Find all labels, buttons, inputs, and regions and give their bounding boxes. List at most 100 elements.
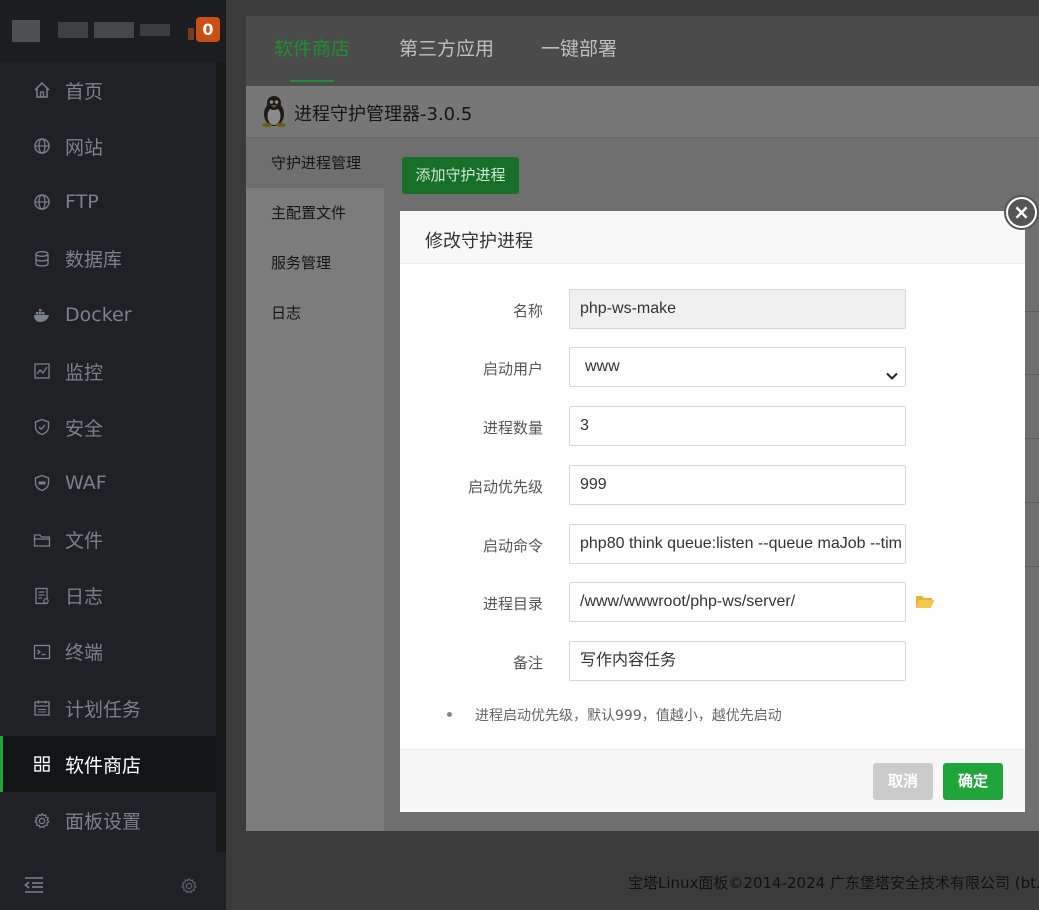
user-label: 启动用户: [482, 360, 543, 378]
brand-area: 0: [0, 0, 226, 62]
folder-icon: [33, 531, 51, 549]
command-field[interactable]: php80 think queue:listen --queue maJob -…: [569, 524, 906, 564]
blurred-hostname: [58, 22, 88, 38]
calendar-icon: [33, 699, 51, 717]
sidebar-item-ftp[interactable]: FTP: [0, 174, 216, 230]
table-row-divider: [1025, 374, 1039, 375]
sidebar-item-label: 文件: [65, 530, 104, 553]
confirm-button[interactable]: 确定: [943, 763, 1003, 800]
sidebar-item-label: 面板设置: [65, 811, 142, 834]
blurred-hostname: [188, 28, 194, 40]
table-row-divider: [1025, 438, 1039, 439]
priority-field[interactable]: 999: [569, 465, 906, 505]
note-label: 备注: [512, 654, 543, 672]
sidebar-item-home[interactable]: 首页: [0, 62, 216, 118]
priority-tip-text: 进程启动优先级，默认999，值越小，越优先启动: [475, 708, 782, 724]
gear-icon: [33, 812, 51, 830]
process-count-field[interactable]: 3: [569, 406, 906, 446]
directory-field[interactable]: /www/wwwroot/php-ws/server/: [569, 582, 906, 622]
sidebar-bottom-bar: [0, 852, 226, 910]
sidebar-item-waf[interactable]: WAF: [0, 455, 216, 511]
close-icon: ×: [1008, 199, 1035, 226]
name-label: 名称: [512, 302, 543, 320]
tab-app-store[interactable]: 软件商店: [274, 16, 350, 82]
globe-icon: [33, 193, 51, 211]
waf-shield-icon: [33, 474, 51, 492]
monitor-icon: [33, 362, 51, 380]
supervisor-menu: 守护进程管理 主配置文件 服务管理 日志: [246, 138, 384, 831]
penguin-icon: [260, 95, 288, 131]
sidebar-item-label: 日志: [65, 586, 104, 609]
sidebar-item-label: 计划任务: [65, 698, 142, 721]
name-field[interactable]: php-ws-make: [569, 289, 906, 329]
count-label: 进程数量: [482, 419, 543, 437]
sidebar-item-label: 安全: [65, 417, 104, 440]
sidebar-item-logs[interactable]: 日志: [0, 568, 216, 624]
sidebar-item-monitor[interactable]: 监控: [0, 343, 216, 399]
table-row-divider: [1025, 502, 1039, 503]
modal-title: 修改守护进程: [425, 231, 533, 252]
note-field[interactable]: 写作内容任务: [569, 641, 906, 681]
sidebar-item-label: Docker: [65, 303, 132, 326]
bullet-icon: [447, 712, 452, 717]
sidebar-item-label: 首页: [65, 80, 104, 103]
add-process-button[interactable]: 添加守护进程: [402, 157, 519, 194]
supervisor-dialog-header: 进程守护管理器-3.0.5: [246, 86, 1039, 138]
sidebar-item-security[interactable]: 安全: [0, 399, 216, 455]
modal-footer: 取消 确定: [400, 749, 1025, 812]
sidebar-item-label: 终端: [65, 642, 104, 665]
sidebar-item-label: 软件商店: [65, 754, 142, 777]
priority-label: 启动优先级: [467, 478, 543, 496]
user-select[interactable]: www: [569, 347, 906, 387]
modal-header: 修改守护进程: [400, 211, 1025, 264]
close-modal-button[interactable]: ×: [1004, 195, 1039, 230]
database-icon: [33, 250, 51, 268]
sidebar-item-terminal[interactable]: 终端: [0, 624, 216, 680]
cancel-button[interactable]: 取消: [873, 763, 933, 800]
terminal-icon: [33, 643, 51, 661]
dir-label: 进程目录: [482, 595, 543, 613]
priority-tip: 进程启动优先级，默认999，值越小，越优先启动: [447, 705, 782, 725]
command-label: 启动命令: [482, 537, 543, 555]
sidebar-scrollbar[interactable]: [216, 62, 226, 852]
sidebar-item-website[interactable]: 网站: [0, 118, 216, 174]
sidebar-item-docker[interactable]: Docker: [0, 287, 216, 343]
chevron-down-icon: [885, 360, 899, 386]
notification-badge[interactable]: 0: [196, 17, 220, 42]
sidebar-item-cron[interactable]: 计划任务: [0, 680, 216, 736]
sidebar-item-app-store[interactable]: 软件商店: [0, 736, 216, 793]
sidebar-item-settings[interactable]: 面板设置: [0, 792, 216, 848]
sidebar-item-files[interactable]: 文件: [0, 512, 216, 568]
globe-icon: [33, 137, 51, 155]
edit-process-modal: 修改守护进程 名称 php-ws-make 启动用户 www 进程数量 3 启动…: [400, 211, 1025, 812]
supervisor-dialog-title: 进程守护管理器-3.0.5: [294, 104, 473, 125]
user-select-value: www: [585, 358, 620, 375]
grid-icon: [33, 755, 51, 773]
gear-icon[interactable]: [180, 877, 198, 899]
folder-open-icon[interactable]: [915, 594, 935, 614]
footer-copyright: 宝塔Linux面板©2014-2024 广东堡塔安全技术有限公司 (bt.c: [628, 874, 1039, 892]
home-icon: [33, 81, 51, 99]
table-row-divider: [1025, 566, 1039, 567]
menu-item-main-config[interactable]: 主配置文件: [246, 188, 384, 238]
collapse-menu-icon[interactable]: [24, 876, 44, 898]
sidebar-item-label: 数据库: [65, 249, 123, 272]
menu-item-service-manage[interactable]: 服务管理: [246, 238, 384, 288]
blurred-hostname: [140, 24, 170, 36]
menu-item-process-manage[interactable]: 守护进程管理: [246, 138, 384, 188]
menu-item-logs[interactable]: 日志: [246, 288, 384, 338]
sidebar-item-label: 网站: [65, 136, 104, 159]
sidebar-item-label: 监控: [65, 361, 104, 384]
sidebar-nav: 首页 网站 FTP 数据库 Docker 监控 安全 WAF 文件 日志 终端 …: [0, 62, 216, 849]
docker-icon: [33, 306, 51, 324]
table-row-divider: [1025, 311, 1039, 312]
sidebar: 0 首页 网站 FTP 数据库 Docker 监控 安全 WAF 文件 日志 终…: [0, 0, 226, 910]
tab-one-click-deploy[interactable]: 一键部署: [541, 16, 617, 82]
tab-third-party[interactable]: 第三方应用: [399, 16, 494, 82]
blurred-logo: [12, 20, 40, 42]
sidebar-item-database[interactable]: 数据库: [0, 231, 216, 287]
tab-bar: [246, 16, 1039, 86]
blurred-hostname: [94, 22, 134, 38]
sidebar-item-label: WAF: [65, 472, 107, 495]
shield-icon: [33, 418, 51, 436]
